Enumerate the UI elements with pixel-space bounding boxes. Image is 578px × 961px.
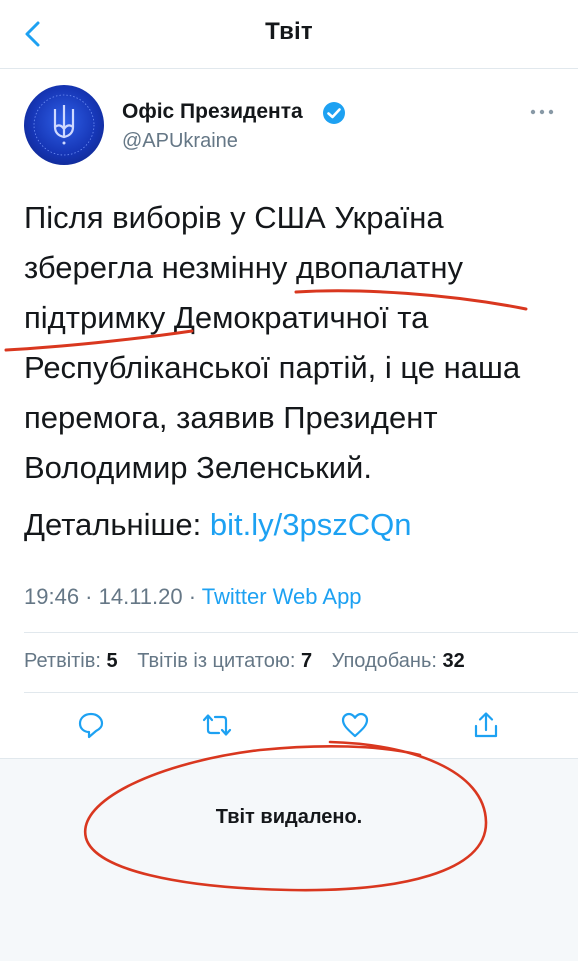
heart-icon xyxy=(341,712,369,738)
retweets-stat[interactable]: Ретвітів: 5 xyxy=(24,650,118,672)
verified-badge-icon xyxy=(323,102,345,124)
reply-icon xyxy=(78,712,104,739)
more-label: Детальніше: xyxy=(24,507,202,542)
share-icon xyxy=(474,712,498,738)
engagement-stats: Ретвітів: 5 Твітів із цитатою: 7 Уподоба… xyxy=(24,650,479,673)
retweet-icon xyxy=(202,714,232,736)
divider xyxy=(24,692,578,693)
author-handle[interactable]: @APUkraine xyxy=(122,130,238,153)
more-options-button[interactable] xyxy=(526,100,558,124)
reply-button[interactable] xyxy=(76,710,106,740)
quotes-stat[interactable]: Твітів із цитатою: 7 xyxy=(137,650,312,672)
tweet-more-line: Детальніше: bit.ly/3pszCQn xyxy=(24,500,411,550)
like-button[interactable] xyxy=(340,710,370,740)
deleted-notice: Твіт видалено. xyxy=(215,806,363,828)
likes-stat[interactable]: Уподобань: 32 xyxy=(332,650,465,672)
top-bar: Твіт xyxy=(0,0,578,69)
tweet-link[interactable]: bit.ly/3pszCQn xyxy=(210,507,412,542)
avatar[interactable] xyxy=(24,85,104,165)
share-button[interactable] xyxy=(471,710,501,740)
tweet-meta: 19:46 · 14.11.20 · Twitter Web App xyxy=(24,584,362,610)
divider xyxy=(24,632,578,633)
retweet-button[interactable] xyxy=(202,710,232,740)
trident-emblem-icon xyxy=(33,94,95,156)
tweet-text: Після виборів у США Україна зберегла нез… xyxy=(24,200,521,485)
more-icon xyxy=(530,109,554,115)
tweet-timestamp: 19:46 · 14.11.20 · xyxy=(24,584,197,609)
deleted-notice-panel xyxy=(0,758,578,961)
source-app-link[interactable]: Twitter Web App xyxy=(202,584,362,609)
page-title: Твіт xyxy=(265,18,313,45)
author-name[interactable]: Офіс Президента xyxy=(122,100,303,124)
